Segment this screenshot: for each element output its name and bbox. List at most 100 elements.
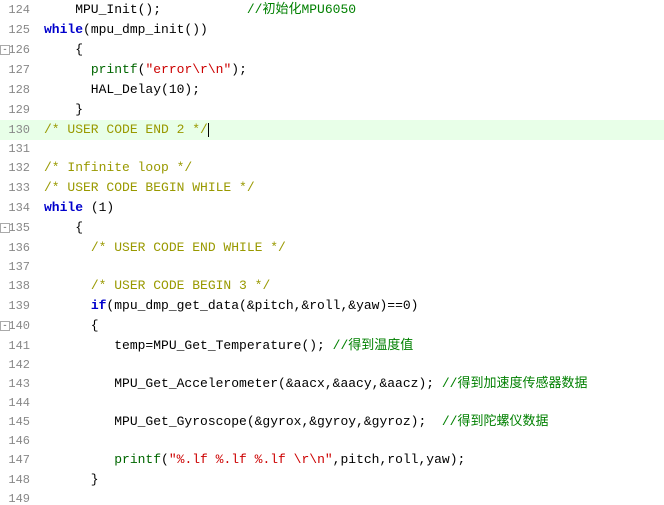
code-content: HAL_Delay(10); [38,80,664,100]
token-fn: printf [91,62,138,77]
token-normal [44,298,91,313]
code-content: temp=MPU_Get_Temperature(); //得到温度值 [38,336,664,356]
token-normal: (1) [83,200,114,215]
token-normal: temp=MPU_Get_Temperature(); [44,338,333,353]
line-number: 145 [8,415,34,429]
token-normal: { [44,318,99,333]
code-row: 141 temp=MPU_Get_Temperature(); //得到温度值 [0,336,664,356]
code-content: { [38,40,664,60]
line-number: 126 [8,43,34,57]
code-content: /* Infinite loop */ [38,158,664,178]
code-row: 128 HAL_Delay(10); [0,80,664,100]
token-comment-green: //得到陀螺仪数据 [442,414,549,429]
token-normal: } [44,102,83,117]
code-row: -135 { [0,218,664,238]
code-row: 143 MPU_Get_Accelerometer(&aacx,&aacy,&a… [0,374,664,394]
line-number: 148 [8,473,34,487]
code-row: 145 MPU_Get_Gyroscope(&gyrox,&gyroy,&gyr… [0,412,664,432]
line-number: 141 [8,339,34,353]
token-comment: /* Infinite loop */ [44,160,192,175]
code-row: 125 while(mpu_dmp_init()) [0,20,664,40]
token-comment: /* USER CODE END 2 */ [44,122,208,137]
line-number: 149 [8,492,34,505]
code-row: 146 [0,432,664,450]
token-normal: (mpu_dmp_get_data(&pitch,&roll,&yaw)==0) [106,298,418,313]
fold-icon[interactable]: - [0,321,10,331]
line-number: 136 [8,241,34,255]
token-normal [44,62,91,77]
line-gutter: 147 [0,450,38,470]
code-row: 144 [0,394,664,412]
code-row: 149 [0,490,664,505]
token-comment: /* USER CODE END WHILE */ [91,240,286,255]
line-number: 144 [8,396,34,410]
code-editor: 124 MPU_Init(); //初始化MPU6050125while(mpu… [0,0,664,505]
line-number: 140 [8,319,34,333]
line-gutter: 132 [0,158,38,178]
line-number: 125 [8,23,34,37]
code-row: 137 [0,258,664,276]
code-content [38,140,664,158]
token-comment-green: //初始化MPU6050 [247,2,356,17]
line-gutter: 129 [0,100,38,120]
code-content [38,432,664,450]
code-content: /* USER CODE END WHILE */ [38,238,664,258]
fold-icon[interactable]: - [0,223,10,233]
code-row: 130 /* USER CODE END 2 */ [0,120,664,140]
line-gutter: 139 [0,296,38,316]
code-row: 132 /* Infinite loop */ [0,158,664,178]
code-row: -140 { [0,316,664,336]
token-normal [44,278,91,293]
line-number: 124 [8,3,34,17]
line-gutter: 145 [0,412,38,432]
line-gutter: 137 [0,258,38,276]
code-content: MPU_Get_Gyroscope(&gyrox,&gyroy,&gyroz);… [38,412,664,432]
line-number: 127 [8,63,34,77]
code-row: 127 printf("error\r\n"); [0,60,664,80]
token-kw: while [44,200,83,215]
code-content: while(mpu_dmp_init()) [38,20,664,40]
code-row: 134 while (1) [0,198,664,218]
token-normal [44,240,91,255]
line-number: 134 [8,201,34,215]
code-row: 139 if(mpu_dmp_get_data(&pitch,&roll,&ya… [0,296,664,316]
code-row: 147 printf("%.lf %.lf %.lf \r\n",pitch,r… [0,450,664,470]
code-content: printf("error\r\n"); [38,60,664,80]
token-comment-green: //得到温度值 [333,338,414,353]
code-content: } [38,470,664,490]
line-number: 147 [8,453,34,467]
token-normal [44,452,114,467]
code-content: { [38,218,664,238]
code-content: /* USER CODE BEGIN WHILE */ [38,178,664,198]
token-normal: ( [161,452,169,467]
line-gutter: 134 [0,198,38,218]
token-kw: if [91,298,107,313]
token-normal: } [44,472,99,487]
line-number: 132 [8,161,34,175]
line-number: 130 [8,123,34,137]
line-number: 137 [8,260,34,274]
code-content: { [38,316,664,336]
fold-icon[interactable]: - [0,45,10,55]
line-number: 146 [8,434,34,448]
code-content [38,356,664,374]
code-content [38,394,664,412]
token-normal: MPU_Init(); [44,2,247,17]
text-cursor [208,123,209,137]
token-str: "error\r\n" [145,62,231,77]
line-gutter: -140 [0,316,38,336]
code-content: /* USER CODE END 2 */ [38,120,664,140]
line-gutter: -135 [0,218,38,238]
code-row: 124 MPU_Init(); //初始化MPU6050 [0,0,664,20]
line-gutter: 136 [0,238,38,258]
code-content: } [38,100,664,120]
token-comment: /* USER CODE BEGIN WHILE */ [44,180,255,195]
code-content: MPU_Get_Accelerometer(&aacx,&aacy,&aacz)… [38,374,664,394]
code-row: 131 [0,140,664,158]
code-row: 133/* USER CODE BEGIN WHILE */ [0,178,664,198]
token-normal: ); [231,62,247,77]
token-normal: MPU_Get_Gyroscope(&gyrox,&gyroy,&gyroz); [44,414,442,429]
token-str: "%.lf %.lf %.lf \r\n" [169,452,333,467]
line-gutter: -126 [0,40,38,60]
token-comment: /* USER CODE BEGIN 3 */ [91,278,270,293]
